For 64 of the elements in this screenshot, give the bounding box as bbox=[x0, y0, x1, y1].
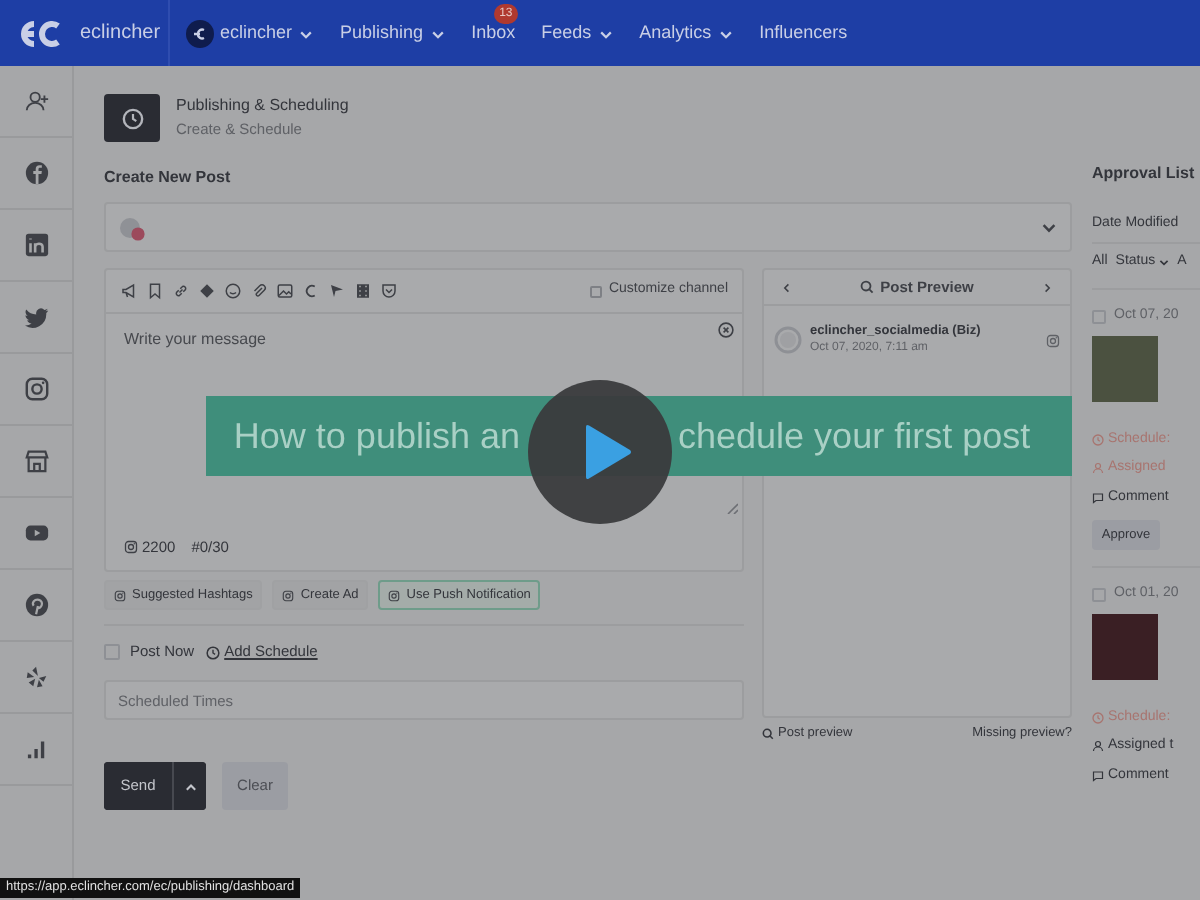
instagram-icon bbox=[388, 589, 401, 601]
smiley-icon[interactable] bbox=[224, 282, 242, 300]
instagram-icon bbox=[1046, 333, 1060, 347]
send-options-button[interactable] bbox=[172, 762, 206, 810]
facebook-icon[interactable] bbox=[23, 160, 49, 186]
chevron-right-icon[interactable] bbox=[1041, 281, 1054, 293]
checkbox[interactable] bbox=[590, 285, 603, 297]
search-icon bbox=[860, 280, 875, 294]
photo-placeholder bbox=[1092, 335, 1158, 401]
clock-icon bbox=[206, 645, 221, 659]
twitter-icon[interactable] bbox=[23, 304, 49, 330]
avatar-icon bbox=[774, 326, 802, 354]
instagram-icon bbox=[282, 589, 295, 601]
diamond-icon[interactable] bbox=[198, 282, 216, 300]
checkbox[interactable] bbox=[1092, 309, 1106, 324]
search-icon bbox=[762, 727, 774, 740]
caret-up-icon bbox=[183, 779, 197, 793]
section-heading: Create New Post bbox=[104, 166, 233, 188]
checkbox[interactable] bbox=[1092, 587, 1106, 602]
comment-icon bbox=[1092, 491, 1104, 504]
section-heading: Approval List bbox=[1092, 162, 1197, 184]
c-letter-icon[interactable] bbox=[302, 282, 320, 300]
paperclip-icon[interactable] bbox=[250, 282, 268, 300]
storefront-icon[interactable] bbox=[23, 448, 49, 474]
logo-icon[interactable] bbox=[16, 17, 64, 49]
comment-icon bbox=[1092, 769, 1104, 782]
resize-handle-icon bbox=[726, 502, 738, 514]
nav-item[interactable]: Feeds bbox=[541, 19, 614, 47]
video-title: How to publish an bbox=[231, 413, 522, 460]
close-circle-icon[interactable] bbox=[718, 322, 734, 338]
clock-icon bbox=[1092, 433, 1104, 446]
clock-icon bbox=[1092, 711, 1104, 724]
flag-icon[interactable] bbox=[328, 282, 346, 300]
avatar-icon bbox=[186, 19, 214, 47]
nav-item[interactable]: Inbox bbox=[471, 19, 516, 47]
megaphone-icon[interactable] bbox=[120, 282, 138, 300]
chevron-left-icon[interactable] bbox=[780, 281, 792, 293]
pinterest-icon[interactable] bbox=[23, 592, 49, 618]
channel-avatar-icon bbox=[118, 213, 150, 241]
link-icon[interactable] bbox=[172, 282, 190, 300]
chevron-down-icon bbox=[1040, 218, 1058, 236]
yelp-icon[interactable] bbox=[23, 664, 49, 690]
video-title: chedule your first post bbox=[678, 413, 1031, 460]
nav-item[interactable]: Analytics bbox=[639, 19, 734, 47]
nav-item[interactable]: eclincher bbox=[186, 19, 315, 47]
user-icon bbox=[1092, 740, 1104, 753]
youtube-icon[interactable] bbox=[23, 520, 49, 546]
film-icon[interactable] bbox=[354, 282, 372, 300]
add-user-icon[interactable] bbox=[23, 88, 49, 114]
image-icon[interactable] bbox=[276, 282, 294, 300]
brand-name: eclincher bbox=[80, 20, 161, 48]
instagram-icon bbox=[114, 589, 126, 601]
instagram-icon bbox=[124, 539, 138, 554]
instagram-icon[interactable] bbox=[23, 376, 49, 402]
user-icon bbox=[1092, 462, 1104, 475]
nav-item[interactable]: Influencers bbox=[759, 19, 848, 47]
page-title: Publishing & Scheduling bbox=[176, 94, 349, 118]
photo-placeholder bbox=[1092, 613, 1158, 679]
linkedin-icon[interactable] bbox=[23, 232, 49, 258]
clock-icon bbox=[121, 107, 143, 129]
bookmark-icon[interactable] bbox=[146, 282, 164, 300]
nav-item[interactable]: Publishing bbox=[340, 19, 446, 47]
checkbox[interactable] bbox=[104, 644, 120, 660]
bar-chart-icon[interactable] bbox=[23, 736, 49, 762]
